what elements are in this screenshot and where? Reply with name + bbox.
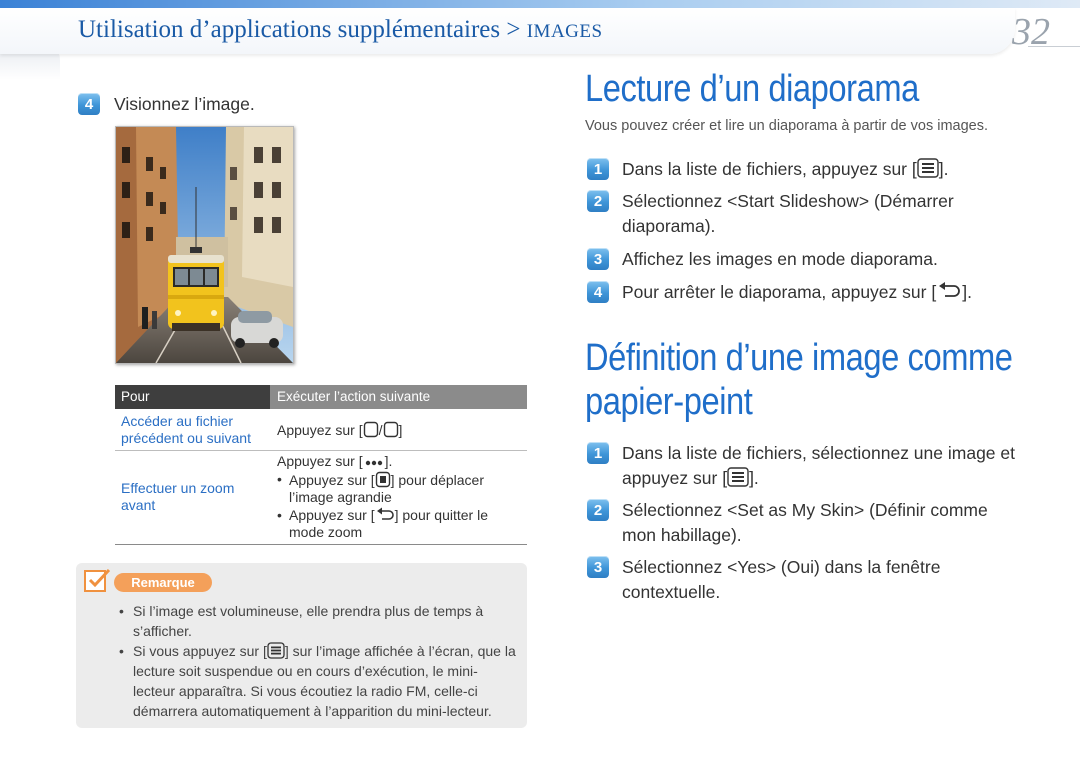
note-item-text: Si l’image est volumineuse, elle prendra… <box>133 603 484 639</box>
prev-icon <box>363 421 378 438</box>
tram-photo <box>115 126 294 364</box>
page-number-rule <box>1028 46 1080 47</box>
header-accent-bar <box>0 0 1080 8</box>
zoom-bullet-quit: • Appuyez sur [] pour quitter le mode zo… <box>277 507 517 541</box>
bullet: • <box>277 507 282 523</box>
step-badge: 3 <box>587 556 609 578</box>
back-icon <box>939 282 961 297</box>
step-text: Dans la liste de fichiers, appuyez sur [… <box>622 157 948 182</box>
table-header-action: Exécuter l’action suivante <box>270 385 527 409</box>
step-text-suffix: ]. <box>938 159 949 179</box>
zoom-bullet-move: • Appuyez sur [] pour déplacer l’image a… <box>277 471 517 506</box>
step-badge: 1 <box>587 158 609 180</box>
note-label: Remarque <box>114 573 212 592</box>
slideshow-intro: Vous pouvez créer et lire un diaporama à… <box>585 118 988 134</box>
table-cell-zoom-action: Appuyez sur []. <box>277 453 392 470</box>
step-badge: 2 <box>587 499 609 521</box>
zoom-bullet-move-text: Appuyez sur [] pour déplacer l’image agr… <box>289 471 517 506</box>
step-badge: 4 <box>78 93 100 115</box>
step-text-prefix: Dans la liste de fichiers, appuyez sur [ <box>622 159 917 179</box>
step-text-suffix: ]. <box>749 468 759 488</box>
breadcrumb: Utilisation d’applications supplémentair… <box>78 16 603 44</box>
move-icon <box>375 471 390 488</box>
zoom-quit-prefix: Appuyez sur [ <box>289 507 375 523</box>
step-text-prefix: Dans la liste de fichiers, sélectionnez … <box>622 443 1015 488</box>
menu-icon <box>917 158 939 178</box>
more-icon <box>365 460 382 466</box>
zoom-move-prefix: Appuyez sur [ <box>289 472 375 488</box>
wallpaper-title-line1: Définition d’une image comme <box>585 337 1013 379</box>
wallpaper-title-line2: papier-peint <box>585 381 753 423</box>
action-table: Pour Exécuter l’action suivante <box>115 385 527 409</box>
note-item: • Si vous appuyez sur [] sur l’image aff… <box>119 641 518 721</box>
table-cell-nav-label: Accéder au fichier précédent ou suivant <box>121 413 251 446</box>
step-text: Visionnez l’image. <box>114 94 255 114</box>
back-icon <box>376 507 394 520</box>
step-text: Sélectionnez <Set as My Skin> (Définir c… <box>622 500 988 545</box>
nav-action-prefix: Appuyez sur [ <box>277 422 363 438</box>
table-cell-nav-action: Appuyez sur [/] <box>277 421 402 439</box>
bullet: • <box>119 603 124 619</box>
bullet: • <box>119 643 124 659</box>
step-badge: 1 <box>587 442 609 464</box>
page-number: 32 <box>1012 11 1050 53</box>
menu-icon <box>727 467 749 487</box>
step-badge: 3 <box>587 248 609 270</box>
step-badge: 4 <box>587 281 609 303</box>
step-badge: 2 <box>587 190 609 212</box>
table-cell-zoom-label: Effectuer un zoom avant <box>121 480 235 513</box>
table-row-divider <box>115 450 527 451</box>
table-header: Pour Exécuter l’action suivante <box>115 385 527 409</box>
breadcrumb-path: Utilisation d’applications supplémentair… <box>78 16 527 43</box>
nav-action-suffix: ] <box>398 422 403 438</box>
step-text-suffix: ]. <box>962 282 972 302</box>
table-header-pour: Pour <box>115 385 273 409</box>
zoom-action-prefix: Appuyez sur [ <box>277 453 363 469</box>
table-bottom-rule <box>115 544 527 545</box>
step-text: Affichez les images en mode diaporama. <box>622 249 938 269</box>
step-text: Sélectionnez <Start Slideshow> (Démarrer… <box>622 191 954 236</box>
step-text-prefix: Pour arrêter le diaporama, appuyez sur [ <box>622 282 937 302</box>
zoom-action-suffix: ]. <box>384 453 393 469</box>
next-icon <box>383 421 398 438</box>
note-item-text-prefix: Si vous appuyez sur [ <box>133 643 267 659</box>
bullet: • <box>277 471 282 487</box>
note-icon <box>84 568 111 592</box>
breadcrumb-section: IMAGES <box>526 21 603 42</box>
note-item: • Si l’image est volumineuse, elle prend… <box>119 601 518 641</box>
slideshow-title: Lecture d’un diaporama <box>585 68 919 110</box>
menu-icon <box>267 642 285 659</box>
step-text: Sélectionnez <Yes> (Oui) dans la fenêtre… <box>622 557 941 602</box>
tram-photo-image <box>116 127 293 363</box>
step-text: Dans la liste de fichiers, sélectionnez … <box>622 441 1042 491</box>
step-text: Pour arrêter le diaporama, appuyez sur [… <box>622 280 972 305</box>
zoom-bullet-quit-text: Appuyez sur [] pour quitter le mode zoom <box>289 507 517 541</box>
